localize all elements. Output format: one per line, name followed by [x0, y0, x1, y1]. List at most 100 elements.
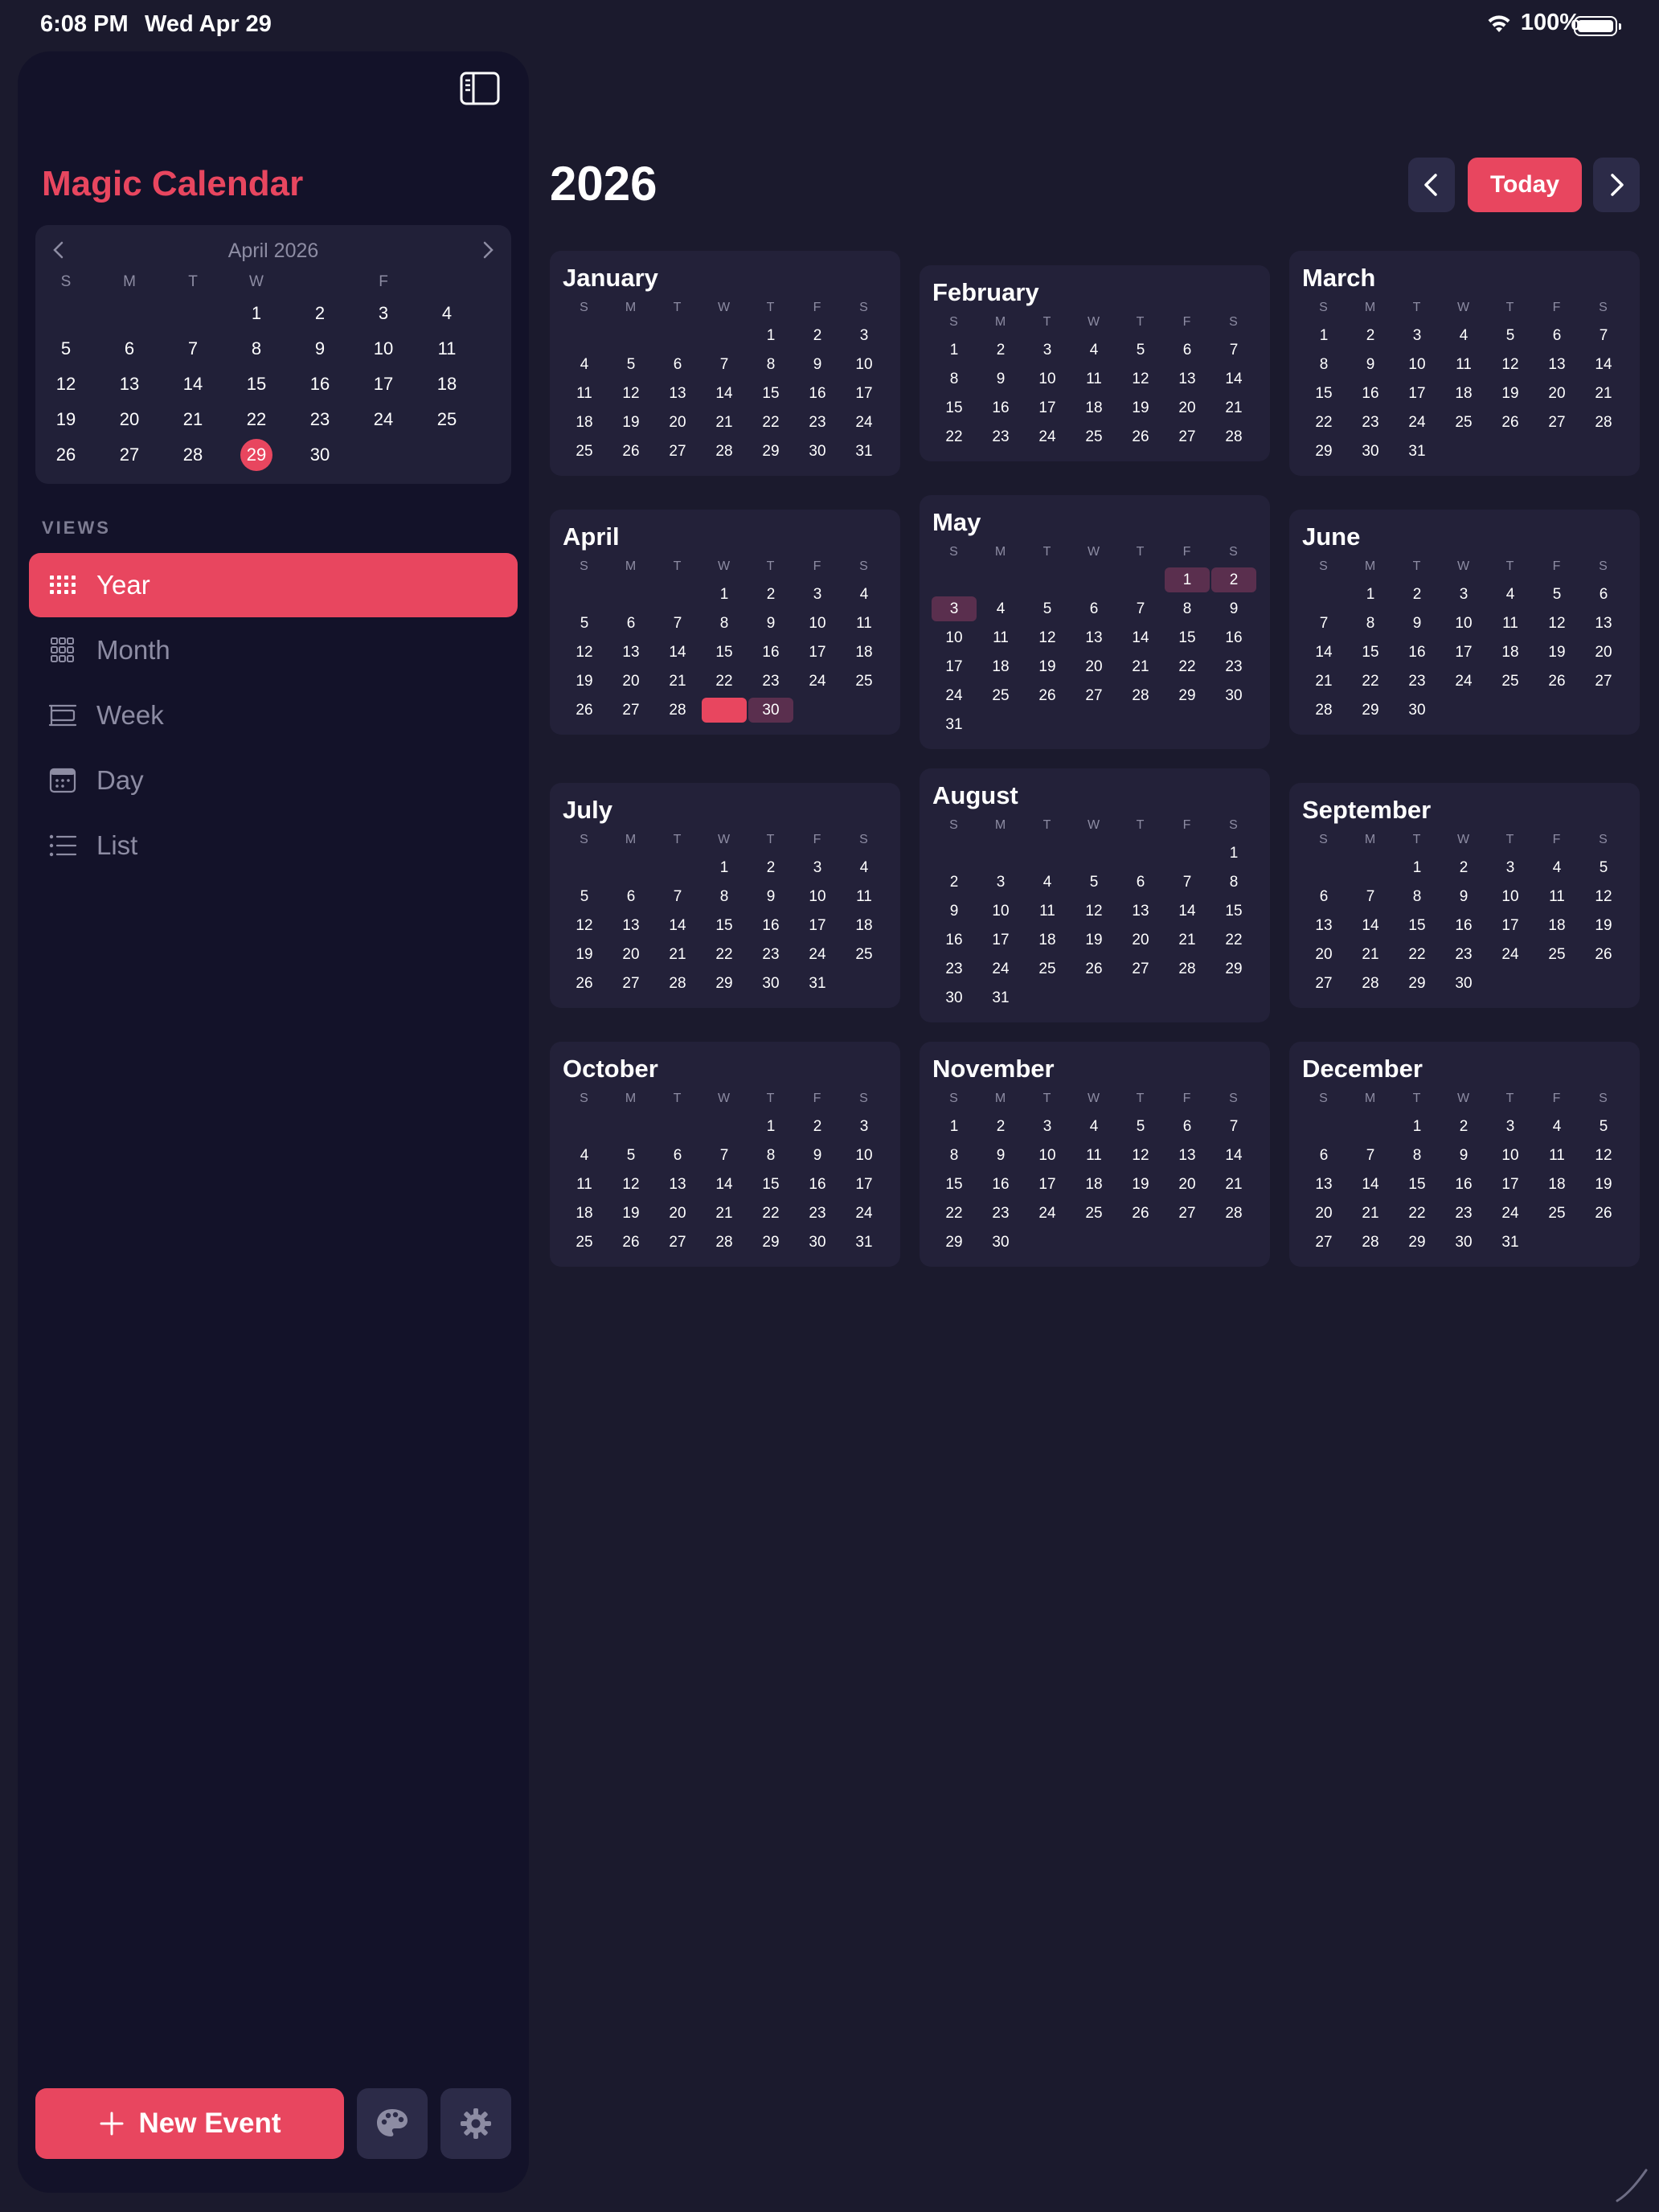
day-cell[interactable]: 26 — [608, 1230, 653, 1255]
day-cell[interactable]: 8 — [1211, 870, 1256, 895]
day-cell[interactable]: 11 — [1534, 884, 1579, 909]
day-cell[interactable]: 18 — [1534, 1172, 1579, 1197]
mini-calendar-day[interactable]: 26 — [35, 439, 98, 471]
day-cell[interactable]: 5 — [1581, 1114, 1626, 1139]
day-cell[interactable]: 6 — [1118, 870, 1163, 895]
day-cell[interactable]: 12 — [608, 381, 653, 406]
day-cell[interactable]: 3 — [1488, 855, 1533, 880]
day-cell[interactable]: 22 — [1348, 669, 1393, 694]
day-cell[interactable]: 2 — [1441, 1114, 1486, 1139]
day-cell[interactable]: 16 — [748, 913, 793, 938]
day-cell[interactable]: 20 — [1301, 942, 1346, 967]
day-cell[interactable]: 31 — [1488, 1230, 1533, 1255]
day-cell[interactable]: 5 — [1118, 1114, 1163, 1139]
mini-calendar-day[interactable]: 9 — [289, 333, 352, 365]
day-cell[interactable]: 26 — [1534, 669, 1579, 694]
day-cell[interactable]: 24 — [795, 669, 840, 694]
new-event-button[interactable]: New Event — [35, 2088, 344, 2159]
day-cell[interactable]: 29 — [932, 1230, 977, 1255]
day-cell[interactable]: 23 — [748, 942, 793, 967]
day-cell[interactable]: 31 — [1395, 439, 1440, 464]
day-cell[interactable]: 19 — [562, 942, 607, 967]
day-cell[interactable]: 27 — [655, 439, 700, 464]
day-cell[interactable]: 3 — [842, 323, 887, 348]
day-cell[interactable]: 12 — [1025, 625, 1070, 650]
mini-calendar-day[interactable]: 14 — [162, 368, 225, 400]
day-cell[interactable]: 8 — [748, 352, 793, 377]
mini-calendar-day[interactable]: 16 — [289, 368, 352, 400]
day-cell[interactable]: 7 — [1348, 884, 1393, 909]
month-card-november[interactable]: November S M T W T F S 1 2 3 4 5 6 7 8 9 10 11 12 13 14 15 16 17… — [920, 1042, 1270, 1267]
day-cell[interactable]: 23 — [1348, 410, 1393, 435]
day-cell[interactable]: 17 — [1488, 913, 1533, 938]
day-cell[interactable]: 19 — [1025, 654, 1070, 679]
day-cell[interactable]: 30 — [1395, 698, 1440, 723]
day-cell[interactable]: 26 — [1118, 1201, 1163, 1226]
day-cell[interactable]: 7 — [1118, 596, 1163, 621]
day-cell[interactable]: 4 — [562, 1143, 607, 1168]
day-cell[interactable]: 24 — [1025, 1201, 1070, 1226]
settings-button[interactable] — [440, 2088, 511, 2159]
day-cell[interactable]: 10 — [795, 884, 840, 909]
day-cell[interactable]: 25 — [842, 669, 887, 694]
day-cell[interactable]: 28 — [1348, 1230, 1393, 1255]
day-cell[interactable]: 3 — [795, 855, 840, 880]
day-cell[interactable]: 20 — [655, 410, 700, 435]
day-cell[interactable]: 26 — [608, 439, 653, 464]
month-card-march[interactable]: March S M T W T F S 1 2 3 4 5 6 7 8 9 10 11 12 13 14 15 16 17 18 1… — [1289, 251, 1640, 476]
day-cell[interactable]: 23 — [795, 410, 840, 435]
day-cell[interactable]: 3 — [1025, 1114, 1070, 1139]
day-cell[interactable]: 24 — [978, 956, 1023, 981]
mini-calendar-day[interactable]: 6 — [98, 333, 162, 365]
day-cell[interactable]: 18 — [1441, 381, 1486, 406]
day-cell[interactable]: 31 — [842, 1230, 887, 1255]
day-cell[interactable]: 1 — [1395, 1114, 1440, 1139]
day-cell[interactable]: 9 — [748, 884, 793, 909]
day-cell[interactable]: 22 — [932, 424, 977, 449]
day-cell[interactable]: 20 — [1301, 1201, 1346, 1226]
day-cell[interactable]: 18 — [978, 654, 1023, 679]
day-cell[interactable]: 21 — [1211, 1172, 1256, 1197]
day-cell[interactable]: 26 — [1488, 410, 1533, 435]
day-cell[interactable]: 17 — [1441, 640, 1486, 665]
day-cell[interactable]: 9 — [1211, 596, 1256, 621]
day-cell[interactable]: 7 — [702, 352, 747, 377]
day-cell[interactable]: 10 — [842, 1143, 887, 1168]
day-cell[interactable]: 15 — [748, 381, 793, 406]
day-cell[interactable]: 19 — [1581, 913, 1626, 938]
day-cell[interactable]: 8 — [1395, 1143, 1440, 1168]
day-cell[interactable]: 2 — [748, 582, 793, 607]
day-cell[interactable]: 1 — [1211, 841, 1256, 866]
day-cell[interactable]: 19 — [1118, 1172, 1163, 1197]
mini-calendar-day[interactable]: 8 — [225, 333, 289, 365]
day-cell[interactable]: 25 — [1534, 1201, 1579, 1226]
day-cell[interactable]: 26 — [1071, 956, 1116, 981]
day-cell[interactable]: 22 — [748, 1201, 793, 1226]
day-cell[interactable]: 20 — [1165, 395, 1210, 420]
day-cell[interactable]: 7 — [655, 884, 700, 909]
day-cell[interactable]: 10 — [1025, 1143, 1070, 1168]
day-cell[interactable]: 19 — [608, 410, 653, 435]
day-cell[interactable]: 22 — [1395, 942, 1440, 967]
day-cell[interactable]: 31 — [842, 439, 887, 464]
day-cell[interactable]: 30 — [932, 985, 977, 1010]
day-cell[interactable]: 30 — [748, 698, 793, 723]
day-cell[interactable]: 1 — [1301, 323, 1346, 348]
mini-calendar-day[interactable]: 12 — [35, 368, 98, 400]
day-cell[interactable]: 8 — [1348, 611, 1393, 636]
day-cell[interactable]: 21 — [1165, 928, 1210, 952]
day-cell[interactable]: 10 — [978, 899, 1023, 924]
day-cell[interactable]: 22 — [1165, 654, 1210, 679]
month-card-september[interactable]: September S M T W T F S 1 2 3 4 5 6 7 8 9 10 11 12 13 14 15 16 1… — [1289, 783, 1640, 1008]
mini-calendar-day[interactable]: 25 — [416, 403, 479, 436]
day-cell[interactable]: 20 — [1118, 928, 1163, 952]
day-cell[interactable]: 25 — [1534, 942, 1579, 967]
day-cell[interactable]: 10 — [842, 352, 887, 377]
day-cell[interactable]: 8 — [1395, 884, 1440, 909]
day-cell[interactable]: 13 — [608, 913, 653, 938]
day-cell[interactable]: 23 — [748, 669, 793, 694]
day-cell[interactable]: 12 — [1118, 1143, 1163, 1168]
mini-calendar-day[interactable]: 22 — [225, 403, 289, 436]
day-cell[interactable]: 21 — [655, 942, 700, 967]
day-cell[interactable]: 15 — [1211, 899, 1256, 924]
